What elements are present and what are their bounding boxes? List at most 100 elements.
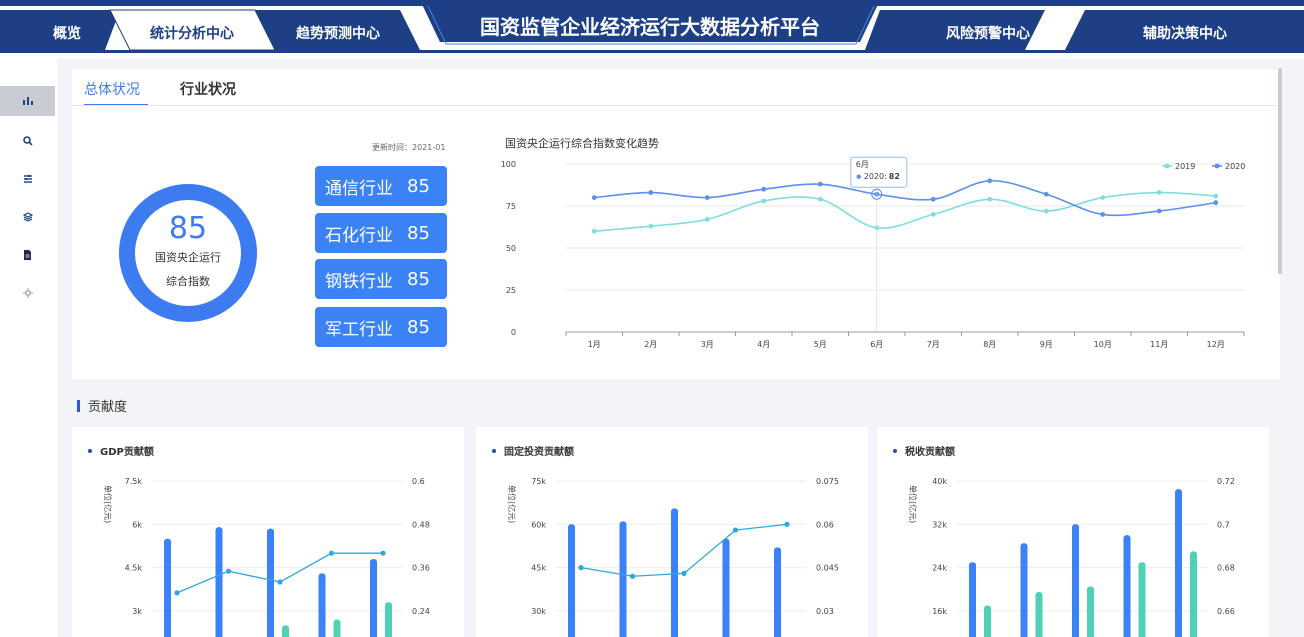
legend-item-2020[interactable]: 2020 (1212, 162, 1245, 171)
nav-tab-label: 概览 (53, 25, 81, 42)
bar-primary (1175, 489, 1182, 637)
series-point-2019 (591, 228, 597, 234)
y-axis-label: 单位(亿元) (507, 485, 517, 523)
bar-secondary (385, 602, 392, 637)
right-tick-label: 0.03 (816, 607, 834, 616)
sidebar-item-documents[interactable] (0, 240, 55, 270)
ratio-point (784, 521, 790, 527)
nav-tab-risk[interactable]: 风险预警中心 (865, 10, 1045, 50)
nav-tab-forecast[interactable]: 趋势预测中心 (255, 10, 420, 50)
series-point-2019 (648, 223, 654, 229)
bar-primary (164, 538, 171, 637)
industry-button-steel[interactable]: 钢铁行业 85 (315, 259, 447, 299)
ratio-point (629, 573, 636, 579)
x-tick-label: 5月 (814, 340, 827, 349)
contribution-title: 贡献度 (88, 400, 128, 415)
ratio-line (580, 523, 788, 577)
industry-name: 钢铁行业 (325, 271, 393, 292)
industry-name: 石化行业 (325, 225, 393, 246)
bar-primary (722, 538, 730, 637)
ratio-point (732, 527, 739, 533)
left-tick-label: 30k (531, 607, 546, 616)
left-tick-label: 6k (132, 520, 142, 529)
x-tick-label: 9月 (1040, 340, 1053, 349)
industry-value: 85 (407, 316, 430, 338)
right-tick-label: 0.6 (412, 477, 425, 486)
tax-contribution-card: 税收贡献额 16k 0.66 24k 0.68 32k 0.7 40k 0.72 单位(亿元) (877, 427, 1269, 637)
section-marker (77, 399, 80, 412)
right-tick-label: 0.66 (1217, 607, 1235, 616)
tooltip-dot (856, 174, 861, 179)
tab-industry-status[interactable]: 行业状况 (180, 80, 236, 106)
series-point-2019 (704, 217, 710, 222)
right-tick-label: 0.075 (816, 477, 839, 486)
composite-index-sublabel: 综合指数 (166, 275, 210, 288)
industry-button-petrochem[interactable]: 石化行业 85 (315, 213, 447, 253)
series-point-2020 (648, 190, 654, 195)
nav-tab-decision[interactable]: 辅助决策中心 (1065, 10, 1304, 50)
sidebar-item-settings[interactable] (0, 278, 55, 308)
gdp-contribution-card: GDP贡献额 3k 0.24 4.5k 0.36 6k 0.48 7.5k 0.6 单位(亿元) (72, 427, 464, 637)
industry-value: 85 (407, 268, 430, 290)
bar-primary (1020, 543, 1028, 637)
industry-button-military[interactable]: 军工行业 85 (315, 307, 447, 347)
sidebar-item-search[interactable] (0, 126, 55, 156)
main-content: 总体状况 行业状况 更新时间：2021-01 85 国资央企运行 综合指数 通信… (57, 58, 1304, 637)
bar-primary (1072, 524, 1079, 637)
ratio-point (578, 565, 584, 571)
x-tick-label: 1月 (588, 340, 601, 349)
left-tick-label: 24k (932, 564, 947, 573)
sidebar-item-settings-filter[interactable] (0, 164, 55, 194)
left-tick-label: 75k (531, 477, 546, 486)
series-point-2020 (1043, 191, 1049, 197)
x-tick-label: 4月 (757, 340, 770, 349)
nav-tab-label: 风险预警中心 (946, 25, 1030, 42)
investment-bar-chart: 30k 0.03 45k 0.045 60k 0.06 75k 0.075 单位(亿元) (507, 477, 839, 637)
tab-overall-status[interactable]: 总体状况 (84, 80, 148, 106)
contribution-section-header: 贡献度 (77, 396, 127, 415)
bar-primary (370, 558, 377, 637)
y-axis-label: 单位(亿元) (908, 485, 918, 523)
right-tick-label: 0.72 (1217, 477, 1235, 486)
legend-item-2019[interactable]: 2019 (1162, 162, 1195, 171)
industry-name: 军工行业 (325, 319, 393, 340)
series-point-2019 (1100, 195, 1106, 200)
bar-secondary (333, 619, 341, 637)
composite-index-value: 85 (168, 211, 208, 246)
tooltip-title: 6月 (856, 160, 869, 169)
top-navigation-bar: 概览 统计分析中心 趋势预测中心 风险预警中心 辅助决策中心 国资监管企业经济运行大数据分… (0, 0, 1304, 58)
x-tick-label: 10月 (1094, 340, 1112, 349)
nav-tab-statistics[interactable]: 统计分析中心 (109, 9, 276, 51)
series-point-2020 (987, 178, 993, 184)
bar-primary (568, 524, 575, 637)
industry-button-telecom[interactable]: 通信行业 85 (315, 166, 447, 206)
gear-icon (22, 288, 33, 298)
x-tick-label: 11月 (1150, 340, 1168, 349)
legend-marker (1214, 163, 1220, 169)
scrollbar[interactable] (1278, 68, 1282, 274)
series-point-2020 (817, 181, 823, 187)
bar-primary (1123, 535, 1131, 637)
left-tick-label: 3k (132, 607, 142, 616)
left-tick-label: 4.5k (125, 564, 143, 573)
tooltip-series: 2020: (864, 172, 887, 181)
nav-tab-overview[interactable]: 概览 (0, 10, 120, 50)
bar-secondary (282, 625, 289, 637)
sidebar-item-statistics[interactable] (0, 86, 55, 116)
sidebar (0, 58, 57, 637)
nav-tab-label: 趋势预测中心 (296, 25, 380, 42)
y-tick-label: 25 (506, 286, 516, 295)
bar-chart-icon (22, 97, 33, 105)
layers-icon (22, 212, 33, 222)
left-tick-label: 45k (531, 564, 546, 573)
y-tick-label: 50 (506, 244, 516, 253)
tooltip-value: 82 (889, 172, 900, 181)
ratio-point (328, 550, 335, 556)
document-icon (24, 250, 31, 260)
x-tick-label: 8月 (983, 340, 996, 349)
bar-secondary (984, 605, 991, 637)
overview-panel: 总体状况 行业状况 更新时间：2021-01 85 国资央企运行 综合指数 通信… (72, 70, 1280, 379)
sidebar-item-layers[interactable] (0, 202, 55, 232)
series-point-2019 (817, 196, 823, 202)
composite-index-ring: 85 国资央企运行 综合指数 (118, 183, 258, 323)
